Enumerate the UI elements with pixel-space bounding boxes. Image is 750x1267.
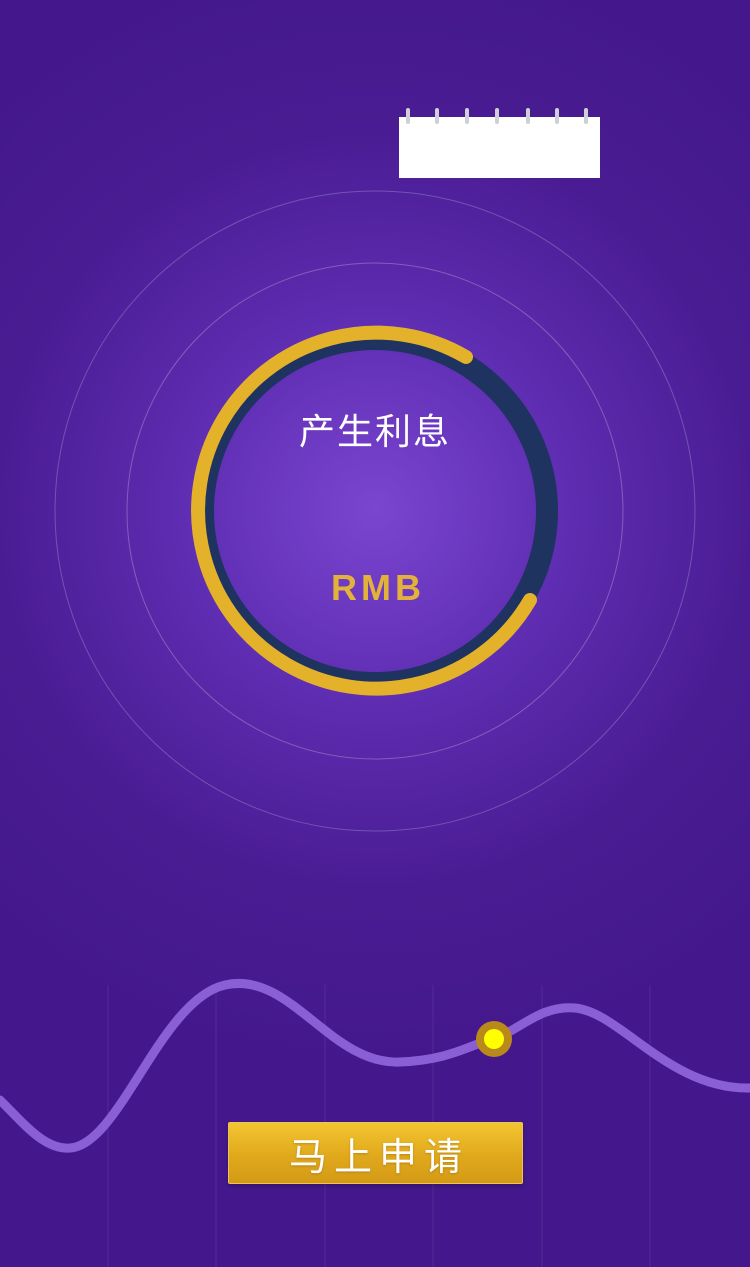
progress-ring: [191, 325, 558, 696]
wave-marker: [476, 1021, 512, 1057]
outer-guide-circle: [54, 190, 696, 832]
interest-label: 产生利息: [298, 412, 451, 453]
binder-ring: [435, 108, 439, 124]
page: 产生利息 RMB 马上申请: [0, 0, 750, 1267]
apply-now-label: 马上申请: [288, 1134, 469, 1179]
background-graphics: [0, 190, 750, 1267]
notepad-card: [399, 108, 600, 178]
binder-ring: [526, 108, 530, 124]
marker-inner: [484, 1029, 504, 1049]
currency-label: RMB: [331, 567, 425, 608]
binder-ring: [555, 108, 559, 124]
binder-ring: [406, 108, 410, 124]
apply-now-button[interactable]: 马上申请: [228, 1122, 523, 1184]
binder-ring: [495, 108, 499, 124]
binder-ring: [465, 108, 469, 124]
binder-ring: [584, 108, 588, 124]
